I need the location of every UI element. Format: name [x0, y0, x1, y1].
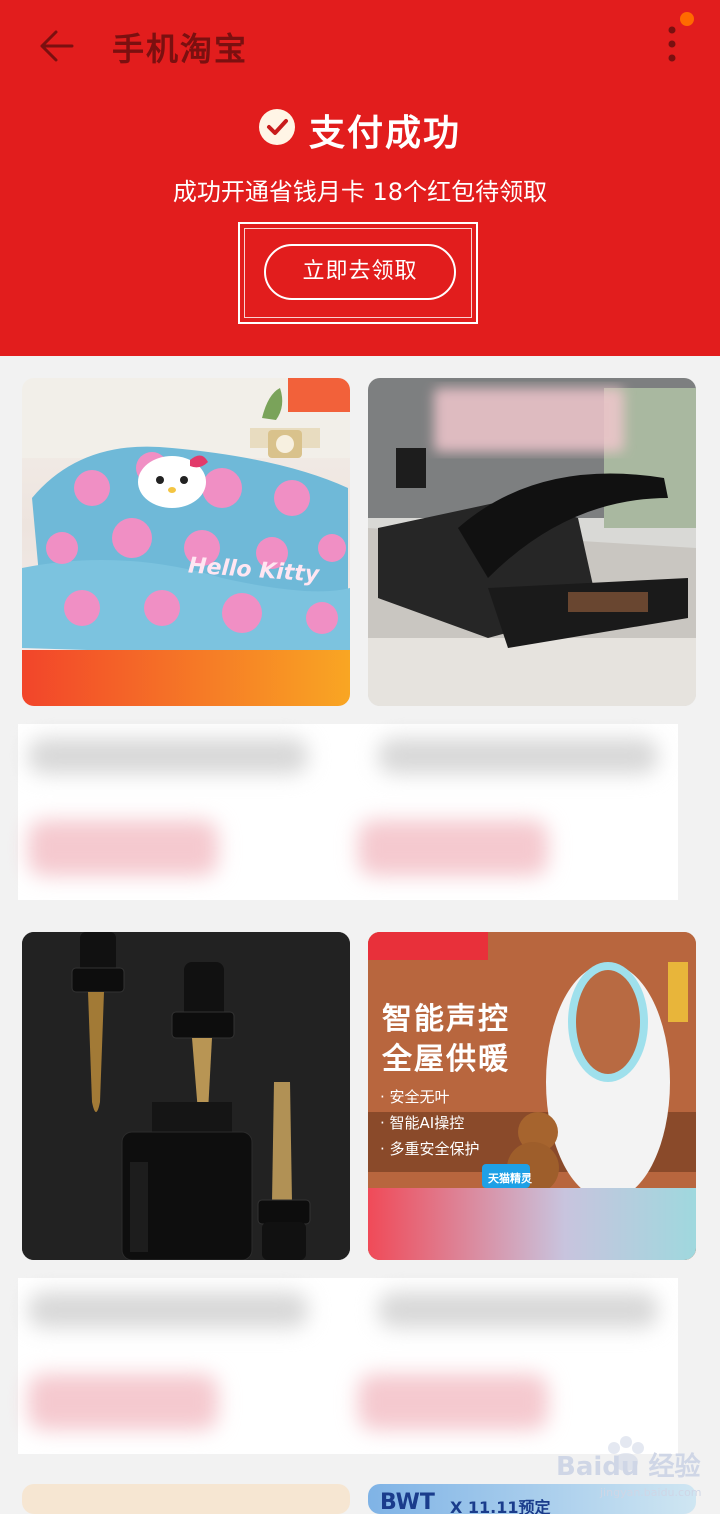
heater-feature-1: · 安全无叶: [380, 1088, 450, 1106]
product-card-bed[interactable]: [368, 378, 696, 706]
product-card-pillow[interactable]: Hello Kitty: [22, 378, 350, 706]
payment-status-row: 支付成功: [0, 104, 720, 160]
heater-feature-2: · 智能AI操控: [380, 1114, 465, 1132]
top-bar: 手机淘宝: [0, 0, 720, 96]
heater-headline-2: 全屋供暖: [382, 1042, 510, 1077]
heater-feature-3: · 多重安全保护: [380, 1140, 480, 1158]
payment-success-header: 手机淘宝 支付成功 成功开通省钱月卡 18个红包待领取 立即去领取: [0, 0, 720, 356]
bwt-brand-logo: BWT: [380, 1490, 435, 1514]
heater-headline-1: 智能声控: [382, 1002, 510, 1037]
product-card-serum[interactable]: [22, 932, 350, 1260]
bwt-promo-tag: X 11.11预定: [450, 1498, 551, 1514]
product-card-heater[interactable]: 智能声控 全屋供暖 · 安全无叶 · 智能AI操控 · 多重安全保护 天猫精灵: [368, 932, 696, 1260]
bed-image: [368, 378, 696, 706]
payment-status-text: 支付成功: [308, 113, 461, 154]
pillow-image: [22, 378, 350, 706]
claim-coupon-button[interactable]: 立即去领取: [264, 244, 456, 300]
notification-dot: [680, 12, 694, 26]
checkmark-icon: [258, 109, 295, 145]
product-info-row-2: [18, 1278, 678, 1454]
back-arrow-icon[interactable]: [36, 28, 76, 64]
serum-image: [22, 932, 350, 1260]
app-title: 手机淘宝: [112, 30, 249, 68]
more-options-icon[interactable]: [662, 22, 682, 66]
product-info-row-1: [18, 724, 678, 900]
watermark-brand: Baidu 经验: [556, 1452, 701, 1482]
tmall-genie-badge: 天猫精灵: [488, 1172, 532, 1185]
watermark-url: jingyan.baidu.com: [600, 1486, 702, 1499]
coupon-subtitle: 成功开通省钱月卡 18个红包待领取: [172, 178, 548, 206]
product-card-partial-left[interactable]: [22, 1484, 350, 1514]
